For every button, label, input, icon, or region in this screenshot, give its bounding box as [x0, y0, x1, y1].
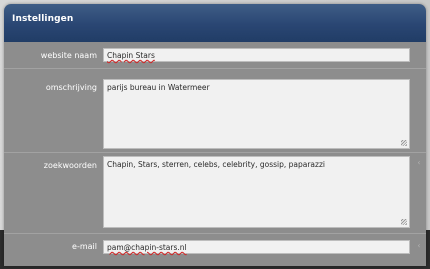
- row-website-name: website naam Chapin Stars: [4, 46, 426, 66]
- row-description: omschrijving parijs bureau in Watermeer: [4, 71, 426, 151]
- description-value: parijs bureau in Watermeer: [107, 83, 210, 92]
- keywords-textarea[interactable]: Chapin, Stars, sterren, celebs, celebrit…: [103, 156, 410, 228]
- row-divider: [4, 233, 426, 234]
- website-name-label: website naam: [40, 51, 97, 60]
- settings-panel: Instellingen website naam Chapin Stars o…: [4, 4, 426, 266]
- website-name-input[interactable]: Chapin Stars: [103, 48, 410, 62]
- row-divider: [4, 68, 426, 69]
- description-label: omschrijving: [45, 83, 97, 92]
- website-name-value: Chapin Stars: [107, 51, 155, 60]
- panel-title: Instellingen: [12, 14, 74, 24]
- description-textarea[interactable]: parijs bureau in Watermeer: [103, 79, 410, 149]
- row-email: e-mail pam@chapin-stars.nl ‹: [4, 236, 426, 260]
- keywords-value: Chapin, Stars, sterren, celebs, celebrit…: [107, 160, 325, 169]
- email-input[interactable]: pam@chapin-stars.nl: [103, 240, 410, 254]
- email-side-icon: ‹: [417, 241, 421, 250]
- resize-handle-icon[interactable]: [401, 219, 407, 225]
- resize-handle-icon[interactable]: [401, 140, 407, 146]
- settings-titlebar: Instellingen: [4, 4, 426, 42]
- row-keywords: zoekwoorden Chapin, Stars, sterren, cele…: [4, 153, 426, 231]
- email-value: pam@chapin-stars.nl: [107, 243, 187, 252]
- keywords-label: zoekwoorden: [43, 161, 97, 170]
- keywords-side-icon: ‹: [417, 158, 421, 167]
- email-label: e-mail: [72, 242, 97, 251]
